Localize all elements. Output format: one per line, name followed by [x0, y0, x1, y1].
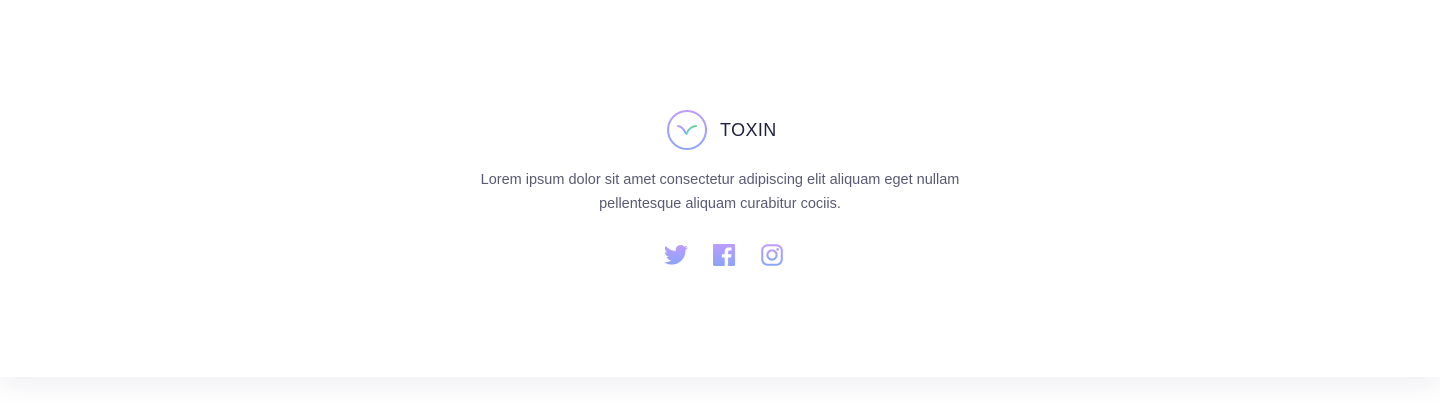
toxin-logo-icon [667, 110, 707, 150]
instagram-icon [761, 244, 783, 266]
facebook-link[interactable] [710, 241, 738, 269]
site-footer: TOXIN Lorem ipsum dolor sit amet consect… [0, 0, 1440, 377]
page: TOXIN Lorem ipsum dolor sit amet consect… [0, 0, 1440, 407]
twitter-link[interactable] [662, 241, 690, 269]
instagram-link[interactable] [758, 241, 786, 269]
facebook-icon [713, 244, 735, 266]
brand-logo[interactable]: TOXIN [667, 110, 777, 150]
footer-tagline: Lorem ipsum dolor sit amet consectetur a… [480, 172, 960, 212]
social-links [662, 241, 786, 269]
twitter-icon [664, 245, 688, 265]
brand-name: TOXIN [720, 120, 777, 140]
